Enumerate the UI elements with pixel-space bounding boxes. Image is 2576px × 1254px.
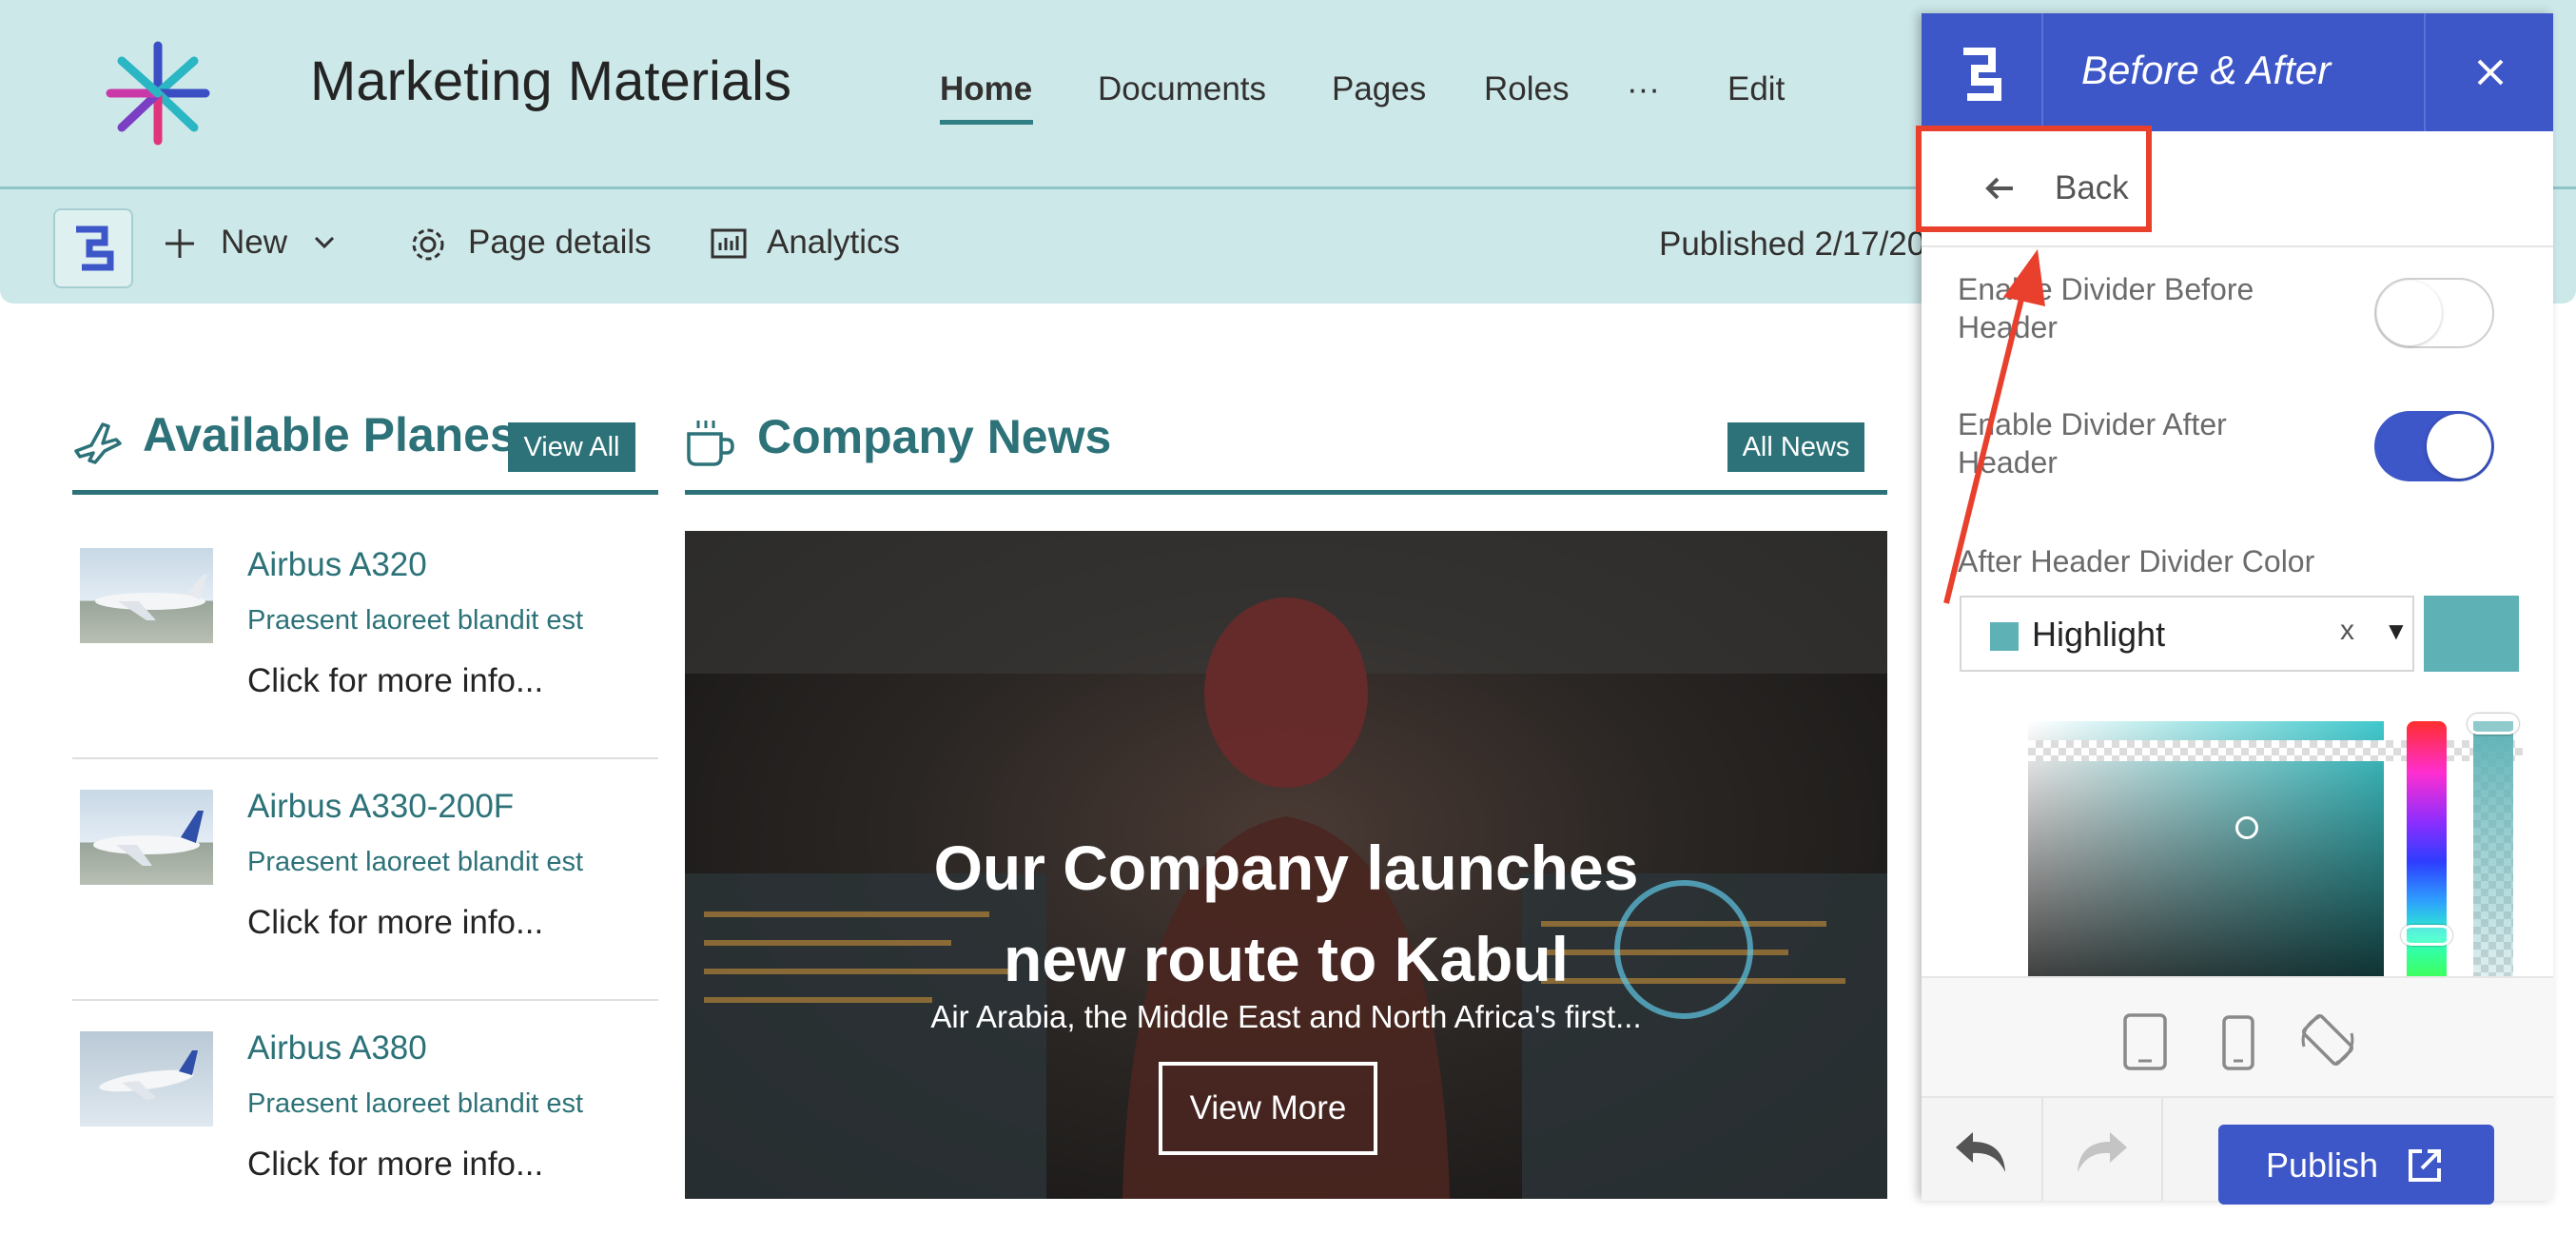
app-brand-icon [76,225,114,271]
airplane-icon [74,422,122,464]
analytics-icon[interactable] [710,225,748,262]
nav-home[interactable]: Home [940,70,1032,108]
divider-before-toggle[interactable] [2374,278,2494,348]
plus-icon[interactable] [162,225,198,262]
nav-edit[interactable]: Edit [1727,70,1785,108]
mobile-icon[interactable] [2220,1014,2256,1071]
hero-title-line: Our Company launches [933,833,1639,903]
news-title: Company News [757,410,1112,463]
coffee-cup-icon [687,421,734,466]
undo-icon [1956,1132,2005,1172]
app-brand-button[interactable] [53,208,133,288]
color-swatch-small [1990,622,2019,651]
view-more-button[interactable]: View More [1159,1062,1377,1155]
view-all-button[interactable]: View All [508,422,635,472]
publish-label: Publish [2266,1146,2379,1185]
plane-name[interactable]: Airbus A320 [247,546,427,584]
plane-description: Praesent laoreet blandit est [247,1088,584,1119]
nav-documents[interactable]: Documents [1098,70,1266,108]
analytics-button[interactable]: Analytics [767,224,900,262]
rotate-device-icon[interactable] [2296,1009,2359,1071]
color-picker-handle[interactable] [2235,816,2258,839]
published-status: Published 2/17/20 [1659,225,1926,263]
plane-image [80,790,213,885]
panel-brand-icon [1963,48,2001,101]
color-preview-swatch[interactable] [2424,596,2519,672]
publish-button[interactable]: Publish [2218,1125,2494,1205]
chevron-down-icon[interactable] [312,233,337,252]
picker-alpha-strip [2028,740,2523,761]
plane-name[interactable]: Airbus A330-200F [247,788,514,826]
news-hero[interactable]: Our Company launches new route to Kabul … [685,531,1887,1199]
new-button[interactable]: New [221,224,287,262]
device-preview-row [1922,976,2553,1098]
all-news-button[interactable]: All News [1727,422,1864,472]
redo-button[interactable] [2041,1098,2163,1201]
plane-more-link[interactable]: Click for more info... [247,1146,543,1184]
divider-after-toggle[interactable] [2374,411,2494,481]
after-divider-color-label: After Header Divider Color [1958,544,2315,578]
plane-more-link[interactable]: Click for more info... [247,904,543,942]
plane-image [80,1031,213,1127]
plane-image [80,548,213,643]
panel-header: Before & After [1922,13,2553,131]
color-select[interactable]: Highlight x ▼ [1960,596,2414,672]
plane-list-item[interactable]: Airbus A380 Praesent laoreet blandit est… [72,1012,658,1254]
clear-color-button[interactable]: x [2340,615,2354,647]
hue-slider-handle[interactable] [2401,925,2452,946]
plane-list-item[interactable]: Airbus A320 Praesent laoreet blandit est… [72,529,658,771]
alpha-slider[interactable] [2473,721,2513,976]
panel-footer: Publish [1922,1096,2553,1205]
site-logo[interactable] [99,34,217,152]
planes-divider [72,490,658,495]
external-link-icon [2409,1149,2441,1182]
plane-separator [72,999,658,1001]
plane-name[interactable]: Airbus A380 [247,1029,427,1068]
redo-icon [2078,1132,2127,1172]
close-button[interactable] [2424,13,2555,131]
plane-description: Praesent laoreet blandit est [247,847,584,877]
news-divider [685,490,1887,495]
before-after-panel: Before & After Back Enable Divider Befor… [1916,13,2553,1205]
nav-more[interactable]: ··· [1627,70,1660,108]
nav-roles[interactable]: Roles [1484,70,1569,108]
site-title[interactable]: Marketing Materials [310,49,791,113]
gear-icon[interactable] [409,225,447,264]
plane-description: Praesent laoreet blandit est [247,605,584,636]
divider-before-label: Enable Divider Before Header [1958,272,2254,344]
planes-title: Available Planes [143,408,517,461]
annotation-highlight-box [1916,126,2152,232]
alpha-slider-handle[interactable] [2468,714,2519,735]
back-row: Back [1916,126,2553,247]
nav-pages[interactable]: Pages [1332,70,1426,108]
dropdown-arrow-icon[interactable]: ▼ [2384,617,2409,646]
color-select-value: Highlight [2032,615,2166,654]
plane-separator [72,757,658,759]
hero-subtitle: Air Arabia, the Middle East and North Af… [930,999,1642,1034]
undo-button[interactable] [1922,1098,2043,1201]
divider-after-label: Enable Divider After Header [1958,407,2227,480]
panel-brand [1922,13,2043,131]
hero-title-line: new route to Kabul [1004,924,1569,994]
plane-list-item[interactable]: Airbus A330-200F Praesent laoreet blandi… [72,771,658,1012]
hero-title[interactable]: Our Company launches new route to Kabul [685,822,1887,1005]
nav-active-underline [940,120,1033,125]
close-icon [2477,59,2504,86]
panel-title: Before & After [2081,48,2332,92]
toggle-knob [2377,281,2442,345]
plane-more-link[interactable]: Click for more info... [247,662,543,700]
tablet-icon[interactable] [2121,1012,2169,1071]
page-details-button[interactable]: Page details [468,224,652,262]
toggle-knob [2427,414,2491,479]
